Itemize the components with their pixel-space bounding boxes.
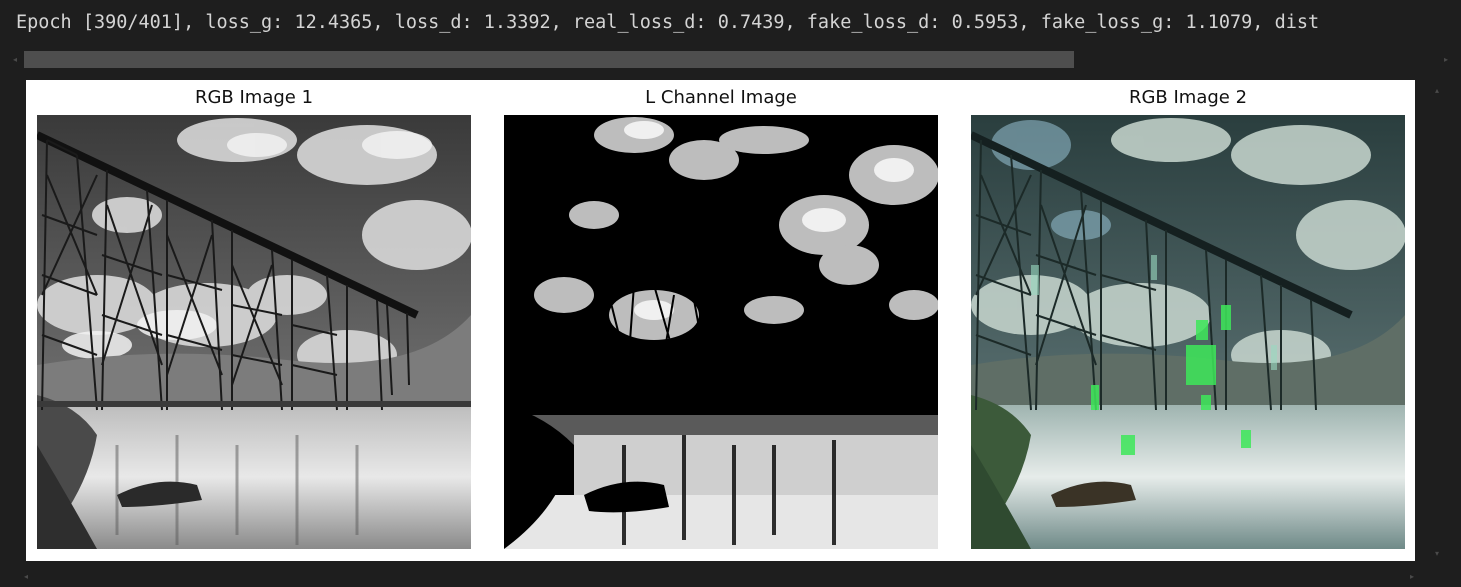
horizontal-scrollbar[interactable]	[24, 51, 1434, 68]
notebook-output-cell: Epoch [390/401], loss_g: 12.4365, loss_d…	[0, 0, 1461, 587]
scroll-right-bottom-arrow-icon[interactable]: ▸	[1410, 572, 1414, 581]
panel-title-rgb-image-1: RGB Image 1	[194, 87, 314, 108]
horizontal-scrollbar-thumb[interactable]	[24, 51, 1074, 68]
rgb-image-1	[37, 115, 471, 549]
panel-title-rgb-image-2: RGB Image 2	[1128, 87, 1248, 108]
output-figure: RGB Image 1 L Channel Image RGB Image 2	[26, 80, 1415, 561]
rgb-image-2	[971, 115, 1405, 549]
scroll-up-arrow-icon[interactable]: ▴	[1431, 85, 1443, 97]
panel-title-l-channel-image: L Channel Image	[645, 87, 797, 108]
scroll-left-bottom-arrow-icon[interactable]: ◂	[24, 572, 28, 581]
scroll-right-arrow-icon[interactable]: ▸	[1441, 55, 1451, 65]
scroll-down-arrow-icon[interactable]: ▾	[1431, 548, 1443, 560]
training-log-line: Epoch [390/401], loss_g: 12.4365, loss_d…	[16, 12, 1320, 33]
l-channel-image	[504, 115, 938, 549]
scroll-left-arrow-icon[interactable]: ◂	[10, 55, 20, 65]
